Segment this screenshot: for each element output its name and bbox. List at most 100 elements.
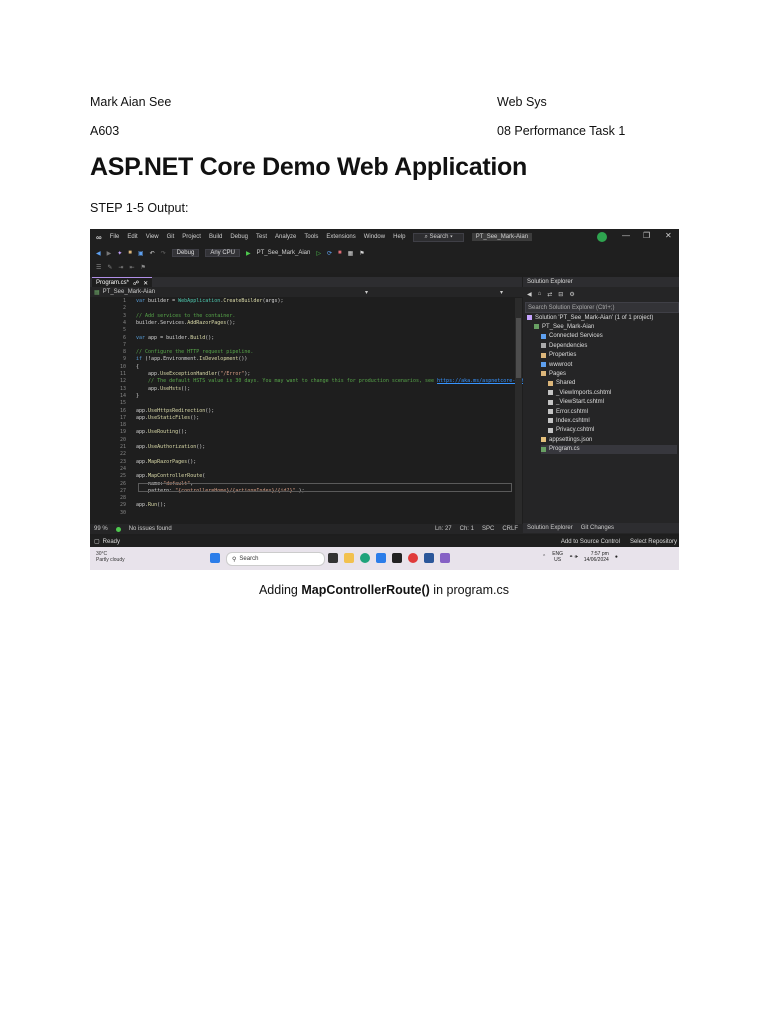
forward-icon[interactable]: ▶ [107, 250, 112, 257]
tab-close-icon[interactable]: ✕ [143, 280, 148, 287]
run-icon[interactable]: ▶ [246, 250, 251, 257]
tab-solution-explorer[interactable]: Solution Explorer [527, 525, 573, 531]
solution-explorer-search[interactable]: Search Solution Explorer (Ctrl+;) [525, 302, 679, 313]
tree-item[interactable]: Index.cshtml [548, 416, 677, 425]
dropbox-icon[interactable] [392, 553, 402, 563]
nav-project-select[interactable]: PT_See_Mark-Aian [103, 289, 155, 295]
se-home-icon[interactable]: ⌂ [538, 291, 542, 297]
tab-git-changes[interactable]: Git Changes [581, 525, 614, 531]
code-line[interactable]: 1 var builder = WebApplication.CreateBuil… [90, 298, 284, 305]
code-line[interactable]: 15 [90, 400, 136, 407]
se-back-icon[interactable]: ◀ [527, 291, 532, 298]
menu-item-extensions[interactable]: Extensions [326, 234, 355, 240]
tree-item[interactable]: PT_See_Mark-Aian [534, 322, 677, 331]
menu-item-edit[interactable]: Edit [127, 234, 137, 240]
tree-item[interactable]: _ViewImports.cshtml [548, 388, 677, 397]
minimize-icon[interactable]: — [622, 231, 630, 240]
menu-item-test[interactable]: Test [256, 234, 267, 240]
line-ending[interactable]: CRLF [502, 526, 518, 532]
new-item-icon[interactable]: ✦ [117, 250, 122, 257]
tree-item[interactable]: Solution 'PT_See_Mark-Aian' (1 of 1 proj… [527, 313, 677, 322]
windows-start-icon[interactable] [210, 553, 220, 563]
tree-item[interactable]: Shared [548, 379, 677, 388]
select-repository[interactable]: Select Repository [630, 539, 677, 545]
redo-icon[interactable]: ↷ [161, 250, 166, 257]
menu-item-help[interactable]: Help [393, 234, 405, 240]
code-line[interactable]: 19 app.UseRouting(); [90, 429, 187, 436]
tree-item[interactable]: wwwroot [541, 360, 677, 369]
format-icon[interactable]: ☰ [96, 264, 101, 271]
word-icon[interactable] [424, 553, 434, 563]
visual-studio-taskbar-icon[interactable] [440, 553, 450, 563]
code-line[interactable]: 8 // Configure the HTTP request pipeline. [90, 349, 253, 356]
save-icon[interactable]: ▣ [138, 250, 144, 257]
tree-item[interactable]: Program.cs [541, 444, 677, 454]
back-icon[interactable]: ◀ [96, 250, 101, 257]
code-line[interactable]: 5 [90, 327, 136, 334]
code-line[interactable]: 29 app.Run(); [90, 502, 166, 509]
edge-icon[interactable] [360, 553, 370, 563]
issues-status[interactable]: No issues found [129, 526, 172, 532]
outdent-icon[interactable]: ⇤ [129, 264, 134, 271]
opera-icon[interactable] [408, 553, 418, 563]
weather-widget[interactable]: 30°C Partly cloudy [96, 551, 125, 563]
menu-item-window[interactable]: Window [364, 234, 385, 240]
whitespace-mode[interactable]: SPC [482, 526, 494, 532]
refresh-icon[interactable]: ⟳ [327, 250, 332, 257]
nav-member2-chevron-icon[interactable]: ▾ [500, 289, 503, 296]
bookmark-nav-icon[interactable]: ⚑ [140, 264, 145, 271]
menu-item-tools[interactable]: Tools [304, 234, 318, 240]
code-line[interactable]: 28 [90, 495, 136, 502]
tree-item[interactable]: Error.cshtml [548, 407, 677, 416]
add-to-source-control[interactable]: Add to Source Control [561, 539, 620, 545]
menu-item-debug[interactable]: Debug [230, 234, 248, 240]
run-target-button[interactable]: PT_See_Mark_Aian [257, 250, 311, 256]
scroll-thumb[interactable] [516, 318, 521, 378]
avatar[interactable] [597, 232, 607, 242]
zoom-level[interactable]: 99 % [94, 526, 108, 532]
pin-icon[interactable]: ☍ [133, 280, 139, 287]
hot-reload-icon[interactable]: ■ [338, 250, 342, 256]
taskbar-search[interactable]: ⚲ Search [226, 552, 325, 566]
code-line[interactable]: 21 app.UseAuthorization(); [90, 444, 205, 451]
open-icon[interactable]: ■ [128, 250, 132, 256]
clock[interactable]: 7:57 pm 14/06/2024 [584, 551, 609, 563]
platform-select[interactable]: Any CPU [205, 249, 241, 257]
code-line[interactable]: 25 app.MapControllerRoute( [90, 473, 205, 480]
menu-item-analyze[interactable]: Analyze [275, 234, 296, 240]
nav-member-chevron-icon[interactable]: ▾ [365, 289, 368, 296]
code-line[interactable]: 10 { [90, 364, 139, 371]
menu-item-build[interactable]: Build [209, 234, 222, 240]
layout-icon[interactable]: ▦ [348, 250, 354, 257]
code-line[interactable]: 17 app.UseStaticFiles(); [90, 415, 199, 422]
configuration-select[interactable]: Debug [171, 249, 200, 257]
se-settings-icon[interactable]: ⚙ [569, 291, 574, 298]
code-line[interactable]: 7 [90, 342, 136, 349]
se-sync-icon[interactable]: ⇄ [547, 291, 552, 298]
store-icon[interactable] [376, 553, 386, 563]
menu-item-project[interactable]: Project [182, 234, 201, 240]
code-line[interactable]: 16 app.UseHttpsRedirection(); [90, 408, 214, 415]
tree-item[interactable]: Pages [541, 369, 677, 378]
tray-chevron-icon[interactable]: ⌃ [542, 554, 546, 560]
tree-item[interactable]: Properties [541, 351, 677, 360]
tree-item[interactable]: _ViewStart.cshtml [548, 398, 677, 407]
notification-icon[interactable]: ● [615, 554, 618, 560]
global-search-box[interactable]: ⌕ Search ▾ [413, 232, 464, 242]
undo-icon[interactable]: ↶ [150, 250, 155, 257]
code-line[interactable]: 23 app.MapRazorPages(); [90, 459, 196, 466]
code-line[interactable]: 20 [90, 437, 136, 444]
restore-icon[interactable]: ❐ [643, 231, 650, 240]
indent-icon[interactable]: ⇥ [118, 264, 123, 271]
file-explorer-icon[interactable] [344, 553, 354, 563]
vertical-scrollbar[interactable] [515, 298, 522, 524]
code-line[interactable]: 14} [90, 393, 139, 400]
code-line[interactable]: 11 app.UseExceptionHandler("/Error"); [90, 371, 250, 378]
code-line[interactable]: 22 [90, 451, 136, 458]
comment-icon[interactable]: ✎ [107, 264, 112, 271]
menu-item-git[interactable]: Git [167, 234, 175, 240]
code-line[interactable]: 4 builder.Services.AddRazorPages(); [90, 320, 235, 327]
code-line[interactable]: 13 app.UseHsts(); [90, 386, 190, 393]
bookmark-icon[interactable]: ⚑ [359, 250, 364, 257]
menu-item-view[interactable]: View [146, 234, 159, 240]
